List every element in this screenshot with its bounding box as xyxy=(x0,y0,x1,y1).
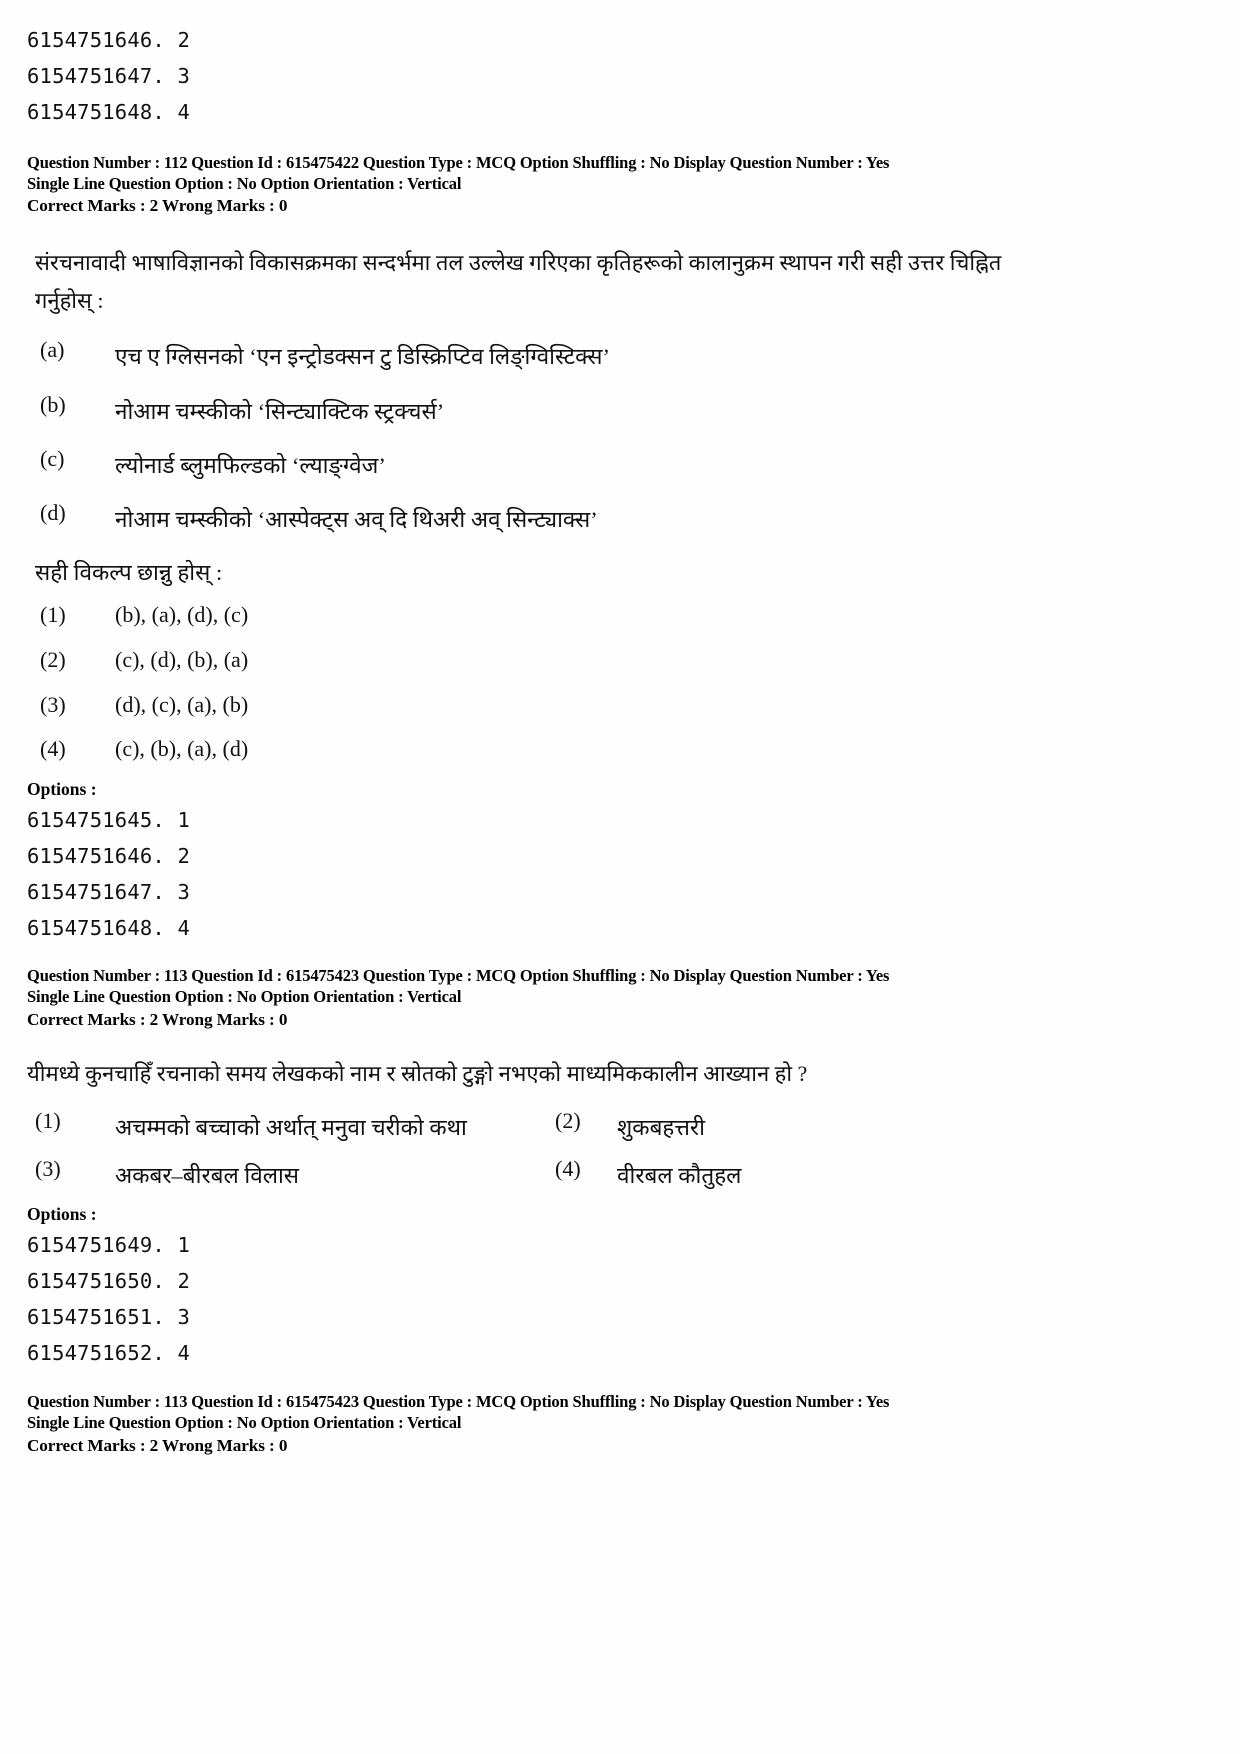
question-stem-line-1: संरचनावादी भाषाविज्ञानको विकासक्रमका सन्… xyxy=(35,250,1002,275)
question-meta-line-2: Single Line Question Option : No Option … xyxy=(27,174,462,193)
answer-choice-4[interactable]: (4) वीरबल कौतुहल xyxy=(555,1156,741,1188)
choose-correct-option-prompt: सही विकल्प छान्नु होस् : xyxy=(35,560,223,585)
question-marks-113-repeat: Correct Marks : 2 Wrong Marks : 0 xyxy=(27,1436,288,1455)
item-text-d: नोआम चम्स्कीको ‘आस्पेक्ट्स अव् दि थिअरी … xyxy=(115,507,598,532)
answer-choice-number: (4) xyxy=(555,1156,581,1181)
option-id-list-112: 6154751645. 1 6154751646. 2 6154751647. … xyxy=(27,802,190,946)
item-label-b: (b) xyxy=(40,392,66,417)
answer-choice-2[interactable]: (2) (c), (d), (b), (a) xyxy=(40,647,248,673)
question-meta-line-1: Question Number : 113 Question Id : 6154… xyxy=(27,966,890,985)
option-id-line: 6154751646. 2 xyxy=(27,28,191,52)
answer-choice-text: (b), (a), (d), (c) xyxy=(115,602,249,627)
item-label-d: (d) xyxy=(40,500,66,525)
answer-choice-2[interactable]: (2) शुकबहत्तरी xyxy=(555,1108,705,1140)
answer-choice-3[interactable]: (3) अकबर–बीरबल विलास xyxy=(35,1156,299,1188)
options-label-112: Options : xyxy=(27,779,97,799)
answer-choice-number: (2) xyxy=(555,1108,581,1133)
option-id-line: 6154751647. 3 xyxy=(27,880,191,904)
item-label-a: (a) xyxy=(40,337,65,362)
question-item-c: (c) ल्योनार्ड ब्लुमफिल्डको ‘ल्याङ्ग्वेज’ xyxy=(40,446,386,478)
answer-choice-number: (2) xyxy=(40,647,66,672)
answer-choice-text: वीरबल कौतुहल xyxy=(617,1163,742,1188)
answer-choice-text: शुकबहत्तरी xyxy=(617,1115,705,1140)
answer-choice-number: (1) xyxy=(35,1108,61,1133)
question-item-d: (d) नोआम चम्स्कीको ‘आस्पेक्ट्स अव् दि थि… xyxy=(40,500,598,532)
item-text-c: ल्योनार्ड ब्लुमफिल्डको ‘ल्याङ्ग्वेज’ xyxy=(115,453,386,478)
question-stem-line-1: यीमध्ये कुनचाहिँ रचनाको समय लेखकको नाम र… xyxy=(27,1061,808,1086)
question-meta-113: Question Number : 113 Question Id : 6154… xyxy=(27,965,925,1007)
option-id-line: 6154751649. 1 xyxy=(27,1233,191,1257)
options-label-113: Options : xyxy=(27,1204,97,1224)
answer-choice-number: (1) xyxy=(40,602,66,627)
option-id-line: 6154751648. 4 xyxy=(27,100,191,124)
question-meta-line-1: Question Number : 113 Question Id : 6154… xyxy=(27,1392,890,1411)
answer-choice-1[interactable]: (1) (b), (a), (d), (c) xyxy=(40,602,248,628)
question-meta-113-repeat: Question Number : 113 Question Id : 6154… xyxy=(27,1391,925,1433)
answer-choice-4[interactable]: (4) (c), (b), (a), (d) xyxy=(40,736,248,762)
question-meta-112: Question Number : 112 Question Id : 6154… xyxy=(27,152,925,194)
option-id-list-113: 6154751649. 1 6154751650. 2 6154751651. … xyxy=(27,1227,190,1371)
option-id-line: 6154751646. 2 xyxy=(27,844,191,868)
document-page: 6154751646. 2 6154751647. 3 6154751648. … xyxy=(0,0,1240,1754)
answer-choice-text: अचम्मको बच्चाको अर्थात् मनुवा चरीको कथा xyxy=(115,1115,467,1140)
question-meta-line-1: Question Number : 112 Question Id : 6154… xyxy=(27,153,890,172)
answer-choice-text: (d), (c), (a), (b) xyxy=(115,692,249,717)
option-id-line: 6154751648. 4 xyxy=(27,916,191,940)
question-item-a: (a) एच ए ग्लिसनको ‘एन इन्ट्रोडक्सन टु डि… xyxy=(40,337,610,369)
option-id-line: 6154751647. 3 xyxy=(27,64,191,88)
question-marks-112: Correct Marks : 2 Wrong Marks : 0 xyxy=(27,196,288,215)
item-text-a: एच ए ग्लिसनको ‘एन इन्ट्रोडक्सन टु डिस्क्… xyxy=(115,344,610,369)
answer-choice-3[interactable]: (3) (d), (c), (a), (b) xyxy=(40,692,248,718)
answer-choice-text: (c), (b), (a), (d) xyxy=(115,736,249,761)
question-meta-line-2: Single Line Question Option : No Option … xyxy=(27,987,462,1006)
answer-choice-number: (3) xyxy=(35,1156,61,1181)
option-id-line: 6154751645. 1 xyxy=(27,808,191,832)
item-text-b: नोआम चम्स्कीको ‘सिन्ट्याक्टिक स्ट्रक्चर्… xyxy=(115,399,445,424)
answer-choice-number: (4) xyxy=(40,736,66,761)
continued-option-id-list: 6154751646. 2 6154751647. 3 6154751648. … xyxy=(27,22,190,130)
item-label-c: (c) xyxy=(40,446,65,471)
option-id-line: 6154751651. 3 xyxy=(27,1305,191,1329)
answer-choice-1[interactable]: (1) अचम्मको बच्चाको अर्थात् मनुवा चरीको … xyxy=(35,1108,467,1140)
question-stem-line-2: गर्नुहोस् : xyxy=(35,288,104,313)
question-meta-line-2: Single Line Question Option : No Option … xyxy=(27,1413,462,1432)
question-item-b: (b) नोआम चम्स्कीको ‘सिन्ट्याक्टिक स्ट्रक… xyxy=(40,392,444,424)
answer-choice-text: अकबर–बीरबल विलास xyxy=(115,1163,300,1188)
answer-choice-number: (3) xyxy=(40,692,66,717)
option-id-line: 6154751652. 4 xyxy=(27,1341,191,1365)
option-id-line: 6154751650. 2 xyxy=(27,1269,191,1293)
question-marks-113: Correct Marks : 2 Wrong Marks : 0 xyxy=(27,1010,288,1029)
answer-choice-text: (c), (d), (b), (a) xyxy=(115,647,249,672)
